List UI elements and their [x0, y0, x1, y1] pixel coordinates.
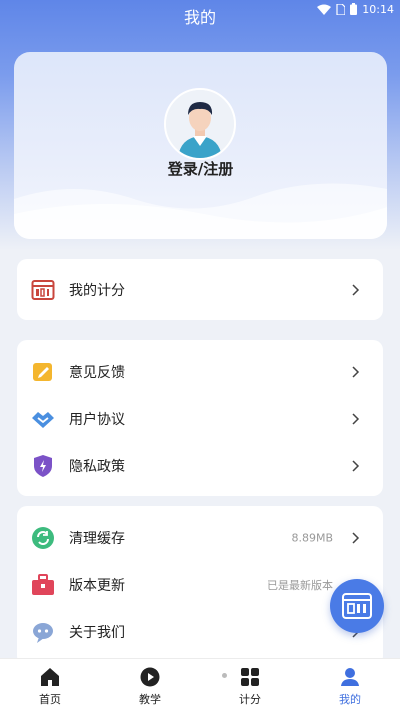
menu-item-version-update[interactable]: 版本更新 已是最新版本 [17, 561, 383, 608]
tab-label: 教学 [139, 693, 161, 706]
tab-label: 首页 [39, 693, 61, 706]
menu-item-label: 关于我们 [69, 624, 125, 641]
menu-item-clear-cache[interactable]: 清理缓存 8.89MB [17, 514, 383, 561]
chevron-right-icon [352, 531, 360, 544]
menu-item-feedback[interactable]: 意见反馈 [17, 348, 383, 395]
menu-item-privacy-policy[interactable]: 隐私政策 [17, 442, 383, 489]
version-status: 已是最新版本 [267, 578, 333, 592]
play-icon [140, 667, 160, 687]
briefcase-icon [32, 573, 54, 595]
menu-item-my-score[interactable]: 我的计分 [17, 266, 383, 313]
score-card: 我的计分 [17, 259, 383, 320]
profile-card[interactable]: 登录/注册 [14, 52, 387, 239]
menu-item-label: 我的计分 [69, 282, 125, 299]
chevron-right-icon [352, 283, 360, 296]
chat-icon [33, 622, 53, 643]
bottom-tab-bar: 首页 教学 计分 我的 [0, 658, 400, 710]
system-menu-card: 清理缓存 8.89MB 版本更新 已是最新版本 关于我们 [17, 506, 383, 666]
tab-label: 我的 [339, 693, 361, 706]
feedback-icon [33, 362, 52, 381]
scoreboard-icon [31, 279, 55, 300]
shield-icon [34, 454, 52, 477]
menu-item-label: 清理缓存 [69, 530, 125, 547]
menu-item-label: 意见反馈 [69, 364, 125, 381]
page-title: 我的 [183, 8, 216, 27]
avatar[interactable] [164, 88, 236, 160]
menu-item-label: 隐私政策 [69, 458, 125, 475]
tab-mine[interactable]: 我的 [300, 659, 400, 710]
grid-icon [241, 668, 259, 686]
info-menu-card: 意见反馈 用户协议 隐私政策 [17, 340, 383, 496]
tab-score[interactable]: 计分 [200, 659, 300, 710]
home-icon [41, 668, 59, 686]
menu-item-about-us[interactable]: 关于我们 [17, 608, 383, 655]
scoreboard-icon [342, 593, 372, 619]
user-icon [341, 668, 359, 686]
refresh-icon [32, 526, 54, 549]
tab-label: 计分 [239, 693, 261, 706]
chevron-right-icon [352, 365, 360, 378]
tab-home[interactable]: 首页 [0, 659, 100, 710]
avatar-person-icon [166, 90, 234, 158]
chevron-right-icon [352, 459, 360, 472]
menu-item-label: 用户协议 [69, 411, 125, 428]
tab-teaching[interactable]: 教学 [100, 659, 200, 710]
tab-indicator-dot [222, 673, 227, 678]
chevron-right-icon [352, 412, 360, 425]
menu-item-label: 版本更新 [69, 577, 125, 594]
login-register-link[interactable]: 登录/注册 [14, 158, 387, 179]
floating-score-button[interactable] [330, 579, 384, 633]
menu-item-user-agreement[interactable]: 用户协议 [17, 395, 383, 442]
handshake-icon [32, 411, 54, 428]
cache-size: 8.89MB [291, 531, 333, 544]
